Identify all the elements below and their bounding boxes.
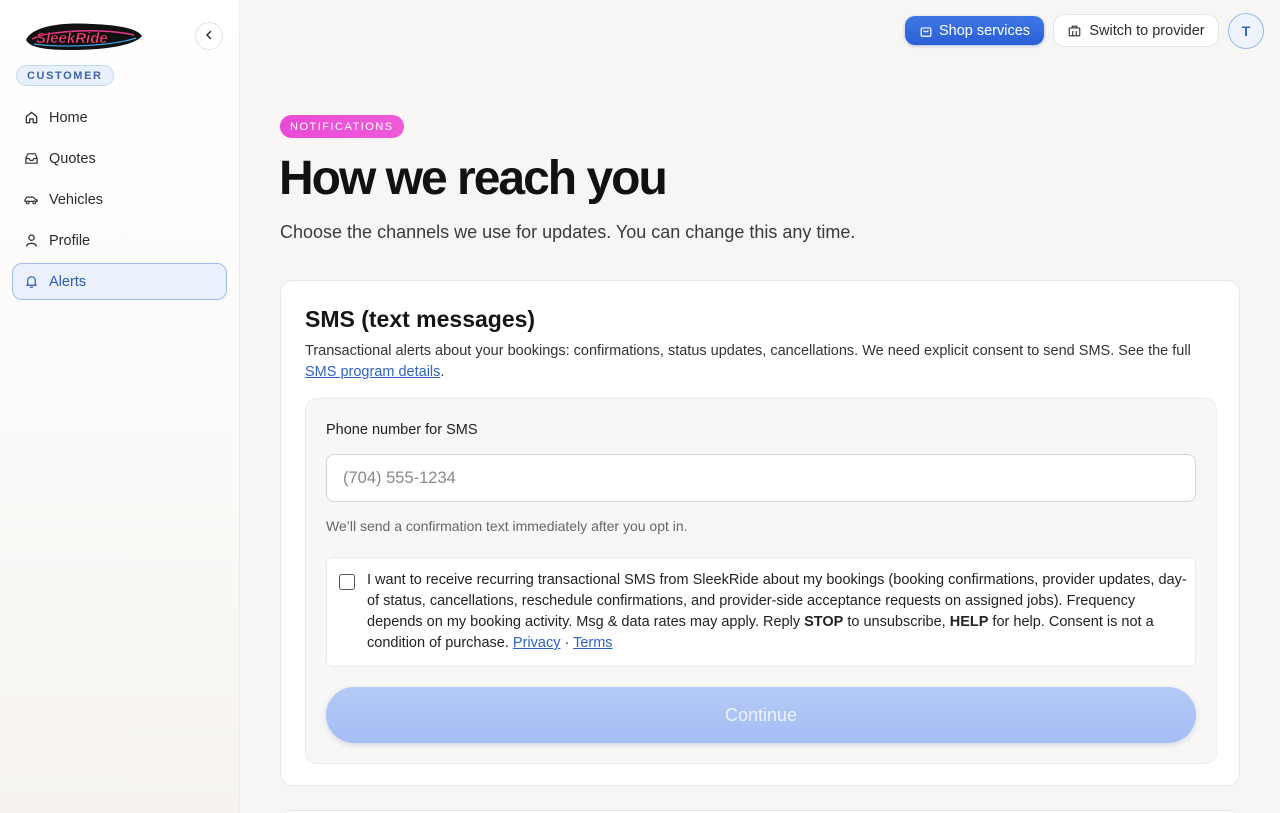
page-subtitle: Choose the channels we use for updates. … — [280, 222, 856, 242]
phone-label: Phone number for SMS — [326, 422, 478, 438]
sms-desc-suffix: . — [440, 364, 445, 380]
link-separator: · — [560, 635, 574, 651]
terms-link[interactable]: Terms — [573, 635, 612, 651]
sms-card-description: Transactional alerts about your bookings… — [305, 341, 1205, 383]
sidebar: SleekRide CUSTOMER Home Quotes Vehicles — [0, 0, 240, 813]
collapse-sidebar-button[interactable] — [195, 22, 223, 50]
sms-card-title: SMS (text messages) — [305, 306, 536, 332]
sidebar-item-quotes[interactable]: Quotes — [12, 140, 227, 177]
sms-consent-text: I want to receive recurring transactiona… — [367, 570, 1187, 654]
consent-text-part: to unsubscribe, — [843, 614, 950, 630]
inbox-icon — [23, 151, 39, 167]
svg-text:SleekRide: SleekRide — [36, 30, 108, 47]
bell-icon — [23, 274, 39, 290]
sms-consent-checkbox[interactable] — [339, 574, 355, 590]
help-keyword: HELP — [949, 614, 989, 630]
switch-to-provider-label: Switch to provider — [1089, 22, 1205, 39]
shop-services-button[interactable]: Shop services — [905, 16, 1044, 45]
user-icon — [23, 233, 39, 249]
sms-card: SMS (text messages) Transactional alerts… — [280, 280, 1240, 786]
page-title: How we reach you — [279, 152, 668, 205]
sms-optin-panel: Phone number for SMS We’ll send a confir… — [305, 398, 1217, 764]
sidebar-item-label: Home — [49, 109, 88, 126]
car-icon — [23, 192, 39, 208]
phone-help-text: We’ll send a confirmation text immediate… — [326, 518, 688, 534]
role-badge: CUSTOMER — [16, 65, 114, 86]
stop-keyword: STOP — [804, 614, 844, 630]
section-eyebrow: NOTIFICATIONS — [280, 115, 404, 138]
sidebar-item-alerts[interactable]: Alerts — [12, 263, 227, 300]
chevron-left-icon — [204, 27, 214, 45]
sidebar-item-vehicles[interactable]: Vehicles — [12, 181, 227, 218]
continue-button[interactable]: Continue — [326, 687, 1196, 743]
avatar[interactable]: T — [1228, 13, 1264, 49]
shopping-bag-icon — [919, 24, 933, 38]
sidebar-item-home[interactable]: Home — [12, 99, 227, 136]
storefront-icon — [1067, 24, 1082, 38]
sidebar-item-label: Quotes — [49, 150, 96, 167]
sidebar-item-label: Vehicles — [49, 191, 104, 208]
home-icon — [23, 110, 39, 126]
sms-program-details-link[interactable]: SMS program details — [305, 364, 440, 380]
sidebar-item-label: Alerts — [49, 273, 87, 290]
sidebar-item-label: Profile — [49, 232, 91, 249]
sms-desc-text: Transactional alerts about your bookings… — [305, 343, 1191, 359]
phone-input[interactable] — [326, 454, 1196, 502]
sidebar-nav: Home Quotes Vehicles Profile Alerts — [12, 99, 227, 304]
switch-to-provider-button[interactable]: Switch to provider — [1053, 14, 1219, 47]
sidebar-item-profile[interactable]: Profile — [12, 222, 227, 259]
sleekride-logo[interactable]: SleekRide — [22, 18, 144, 56]
sms-consent-box: I want to receive recurring transactiona… — [326, 557, 1196, 667]
privacy-link[interactable]: Privacy — [513, 635, 561, 651]
shop-services-label: Shop services — [938, 22, 1031, 39]
